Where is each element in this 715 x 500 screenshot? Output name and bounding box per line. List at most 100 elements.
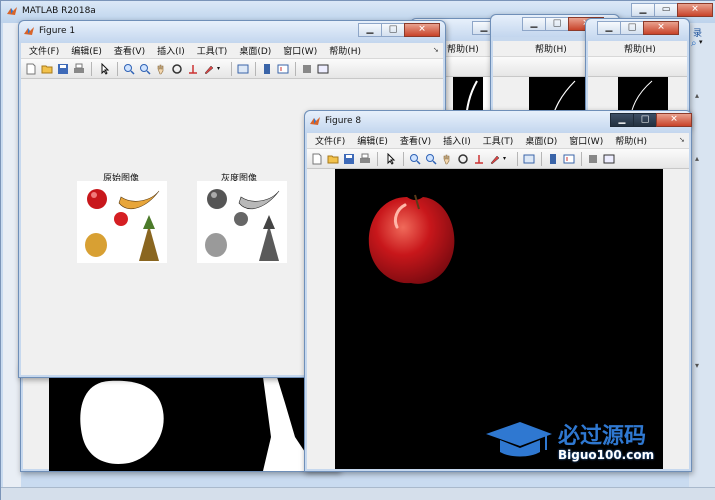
menubar-overflow-icon[interactable]: ➘ bbox=[679, 136, 685, 144]
minimize-button[interactable]: ▁ bbox=[631, 3, 655, 17]
legend-icon[interactable] bbox=[563, 153, 575, 165]
matlab-title: MATLAB R2018a bbox=[22, 6, 96, 16]
menu-desktop[interactable]: 桌面(D) bbox=[239, 44, 271, 57]
toolbar-separator bbox=[91, 62, 92, 76]
menu-window[interactable]: 窗口(W) bbox=[569, 134, 603, 147]
minimize-icon: ▁ bbox=[639, 4, 647, 15]
zoom-in-icon[interactable] bbox=[409, 153, 421, 165]
search-icon[interactable]: ⌕ bbox=[691, 38, 697, 49]
bg3-minimize-button[interactable]: ▁ bbox=[597, 21, 621, 35]
save-icon[interactable] bbox=[343, 153, 355, 165]
brush-dropdown-icon[interactable]: ▾ bbox=[503, 155, 506, 162]
matlab-logo-icon bbox=[309, 115, 321, 127]
figure1-menubar: 文件(F) 编辑(E) 查看(V) 插入(I) 工具(T) 桌面(D) 窗口(W… bbox=[21, 43, 443, 59]
menu-edit[interactable]: 编辑(E) bbox=[357, 134, 388, 147]
bg2-maximize-button[interactable]: □ bbox=[545, 17, 569, 31]
bg3-maximize-button[interactable]: □ bbox=[620, 21, 644, 35]
figure1-titlebar[interactable]: Figure 1 ▁ □ ✕ bbox=[19, 21, 445, 43]
menu-help[interactable]: 帮助(H) bbox=[447, 42, 479, 55]
dropdown-icon[interactable]: ▾ bbox=[699, 38, 703, 46]
print-icon[interactable] bbox=[73, 63, 85, 75]
pan-icon[interactable] bbox=[155, 63, 167, 75]
close-icon: ✕ bbox=[691, 4, 699, 15]
toolbar-separator bbox=[295, 62, 296, 76]
bg3-menubar: 帮助(H) bbox=[588, 41, 687, 57]
original-fruit-image bbox=[77, 181, 167, 263]
rotate-3d-icon[interactable] bbox=[457, 153, 469, 165]
brush-dropdown-icon[interactable]: ▾ bbox=[217, 65, 220, 72]
figure8-minimize-button[interactable]: ▁ bbox=[610, 113, 634, 127]
link-plot-icon[interactable] bbox=[523, 153, 535, 165]
new-figure-icon[interactable] bbox=[25, 63, 37, 75]
collapse-icon[interactable]: ▴ bbox=[695, 154, 699, 163]
menu-help[interactable]: 帮助(H) bbox=[535, 42, 567, 55]
data-cursor-icon[interactable] bbox=[187, 63, 199, 75]
menu-view[interactable]: 查看(V) bbox=[400, 134, 431, 147]
zoom-out-icon[interactable] bbox=[139, 63, 151, 75]
figure1-minimize-button[interactable]: ▁ bbox=[358, 23, 382, 37]
bg2-minimize-button[interactable]: ▁ bbox=[522, 17, 546, 31]
menu-window[interactable]: 窗口(W) bbox=[283, 44, 317, 57]
colorbar-icon[interactable] bbox=[547, 153, 559, 165]
pointer-icon[interactable] bbox=[99, 63, 111, 75]
maximize-icon: □ bbox=[640, 114, 650, 125]
hide-plot-tools-icon[interactable] bbox=[587, 153, 599, 165]
maximize-icon: □ bbox=[627, 22, 637, 33]
minimize-icon: ▁ bbox=[530, 18, 538, 29]
pointer-icon[interactable] bbox=[385, 153, 397, 165]
link-plot-icon[interactable] bbox=[237, 63, 249, 75]
minimize-icon: ▁ bbox=[480, 22, 488, 33]
figure1-controls: ▁ □ ✕ bbox=[358, 23, 440, 37]
open-file-icon[interactable] bbox=[41, 63, 53, 75]
grayscale-fruit-image bbox=[197, 181, 287, 263]
menu-tools[interactable]: 工具(T) bbox=[197, 44, 228, 57]
figure1-title: Figure 1 bbox=[39, 26, 76, 36]
close-button[interactable]: ✕ bbox=[677, 3, 713, 17]
menu-insert[interactable]: 插入(I) bbox=[443, 134, 471, 147]
open-file-icon[interactable] bbox=[327, 153, 339, 165]
brush-icon[interactable] bbox=[203, 63, 215, 75]
menu-help[interactable]: 帮助(H) bbox=[624, 42, 656, 55]
zoom-in-icon[interactable] bbox=[123, 63, 135, 75]
print-icon[interactable] bbox=[359, 153, 371, 165]
colorbar-icon[interactable] bbox=[261, 63, 273, 75]
scroll-down-icon[interactable]: ▾ bbox=[695, 361, 699, 370]
rotate-3d-icon[interactable] bbox=[171, 63, 183, 75]
menu-help[interactable]: 帮助(H) bbox=[329, 44, 361, 57]
menubar-overflow-icon[interactable]: ➘ bbox=[433, 46, 439, 54]
figure8-maximize-button[interactable]: □ bbox=[633, 113, 657, 127]
matlab-right-panel bbox=[689, 23, 715, 493]
figure1-close-button[interactable]: ✕ bbox=[404, 23, 440, 37]
menu-edit[interactable]: 编辑(E) bbox=[71, 44, 102, 57]
matlab-window-controls: ▁ ▭ ✕ bbox=[631, 3, 713, 17]
menu-insert[interactable]: 插入(I) bbox=[157, 44, 185, 57]
expand-icon[interactable]: ▴ bbox=[695, 91, 699, 100]
maximize-button[interactable]: ▭ bbox=[654, 3, 678, 17]
figure8-titlebar[interactable]: Figure 8 ▁ □ ✕ bbox=[305, 111, 692, 133]
minimize-icon: ▁ bbox=[366, 24, 374, 35]
figure1-maximize-button[interactable]: □ bbox=[381, 23, 405, 37]
matlab-statusbar bbox=[1, 487, 715, 500]
hide-plot-tools-icon[interactable] bbox=[301, 63, 313, 75]
menu-tools[interactable]: 工具(T) bbox=[483, 134, 514, 147]
figure8-close-button[interactable]: ✕ bbox=[656, 113, 692, 127]
zoom-out-icon[interactable] bbox=[425, 153, 437, 165]
save-icon[interactable] bbox=[57, 63, 69, 75]
bg3-close-button[interactable]: ✕ bbox=[643, 21, 679, 35]
toolbar-separator bbox=[231, 62, 232, 76]
bg3-controls: ▁ □ ✕ bbox=[597, 21, 679, 35]
menu-file[interactable]: 文件(F) bbox=[29, 44, 59, 57]
menu-file[interactable]: 文件(F) bbox=[315, 134, 345, 147]
show-plot-tools-icon[interactable] bbox=[317, 63, 329, 75]
new-figure-icon[interactable] bbox=[311, 153, 323, 165]
legend-icon[interactable] bbox=[277, 63, 289, 75]
pan-icon[interactable] bbox=[441, 153, 453, 165]
data-cursor-icon[interactable] bbox=[473, 153, 485, 165]
menu-desktop[interactable]: 桌面(D) bbox=[525, 134, 557, 147]
show-plot-tools-icon[interactable] bbox=[603, 153, 615, 165]
matlab-logo-icon bbox=[6, 5, 18, 17]
binary-image bbox=[49, 377, 339, 471]
menu-help[interactable]: 帮助(H) bbox=[615, 134, 647, 147]
brush-icon[interactable] bbox=[489, 153, 501, 165]
menu-view[interactable]: 查看(V) bbox=[114, 44, 145, 57]
